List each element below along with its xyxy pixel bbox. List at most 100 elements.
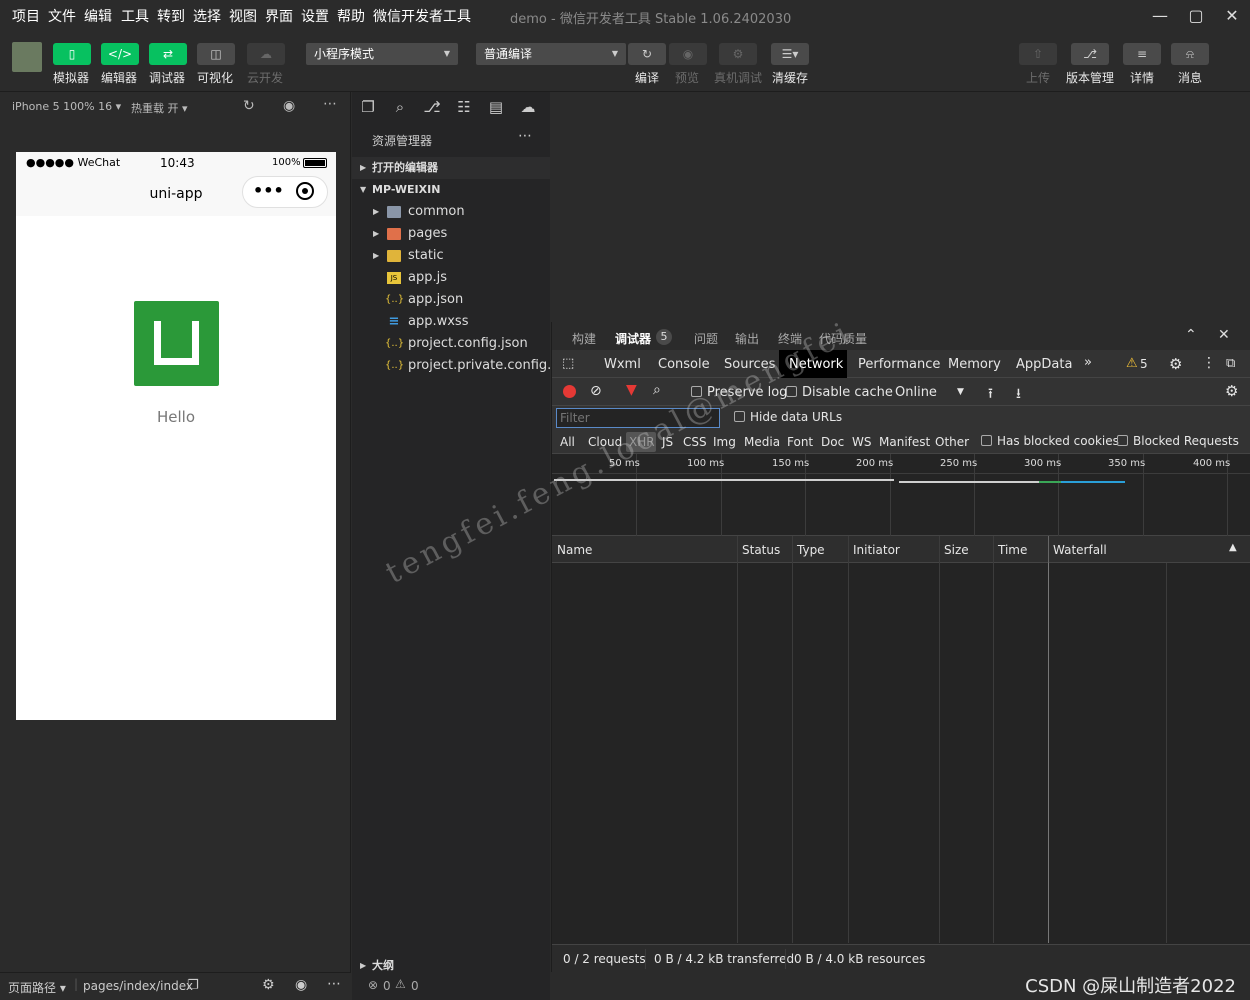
tab-code-quality[interactable]: 代码质量 bbox=[819, 330, 867, 347]
disable-cache-checkbox[interactable]: Disable cache bbox=[786, 385, 893, 400]
files-icon[interactable]: ❐ bbox=[358, 98, 378, 118]
remote-debug-button[interactable]: ⚙ bbox=[719, 43, 757, 65]
warning-icon[interactable]: ⚠ bbox=[1126, 356, 1138, 371]
details-button[interactable]: ≡ bbox=[1123, 43, 1161, 65]
type-ws[interactable]: WS bbox=[852, 435, 871, 449]
visual-toggle-button[interactable]: ◫ bbox=[197, 43, 235, 65]
tab-memory[interactable]: Memory bbox=[948, 357, 1001, 372]
network-settings-icon[interactable]: ⚙ bbox=[1225, 382, 1238, 400]
menu-tools[interactable]: 工具 bbox=[121, 6, 149, 26]
tab-terminal[interactable]: 终端 bbox=[778, 330, 802, 347]
collapse-icon[interactable]: ⌃ bbox=[1185, 327, 1197, 343]
import-har-icon[interactable]: ⭱ bbox=[988, 383, 993, 407]
col-type[interactable]: Type bbox=[797, 543, 825, 557]
eye-icon[interactable]: ◉ bbox=[295, 977, 307, 993]
type-media[interactable]: Media bbox=[744, 435, 780, 449]
editor-toggle-button[interactable]: </> bbox=[101, 43, 139, 65]
col-name[interactable]: Name bbox=[557, 543, 592, 557]
storage-icon[interactable]: ▤ bbox=[486, 98, 506, 118]
menu-devtools[interactable]: 微信开发者工具 bbox=[373, 6, 471, 26]
menu-file[interactable]: 文件 bbox=[48, 6, 76, 26]
menu-help[interactable]: 帮助 bbox=[337, 6, 365, 26]
cloud-dev-button[interactable]: ☁ bbox=[247, 43, 285, 65]
error-icon[interactable]: ⊗ bbox=[368, 978, 378, 992]
menu-select[interactable]: 选择 bbox=[193, 6, 221, 26]
upload-button[interactable]: ⇧ bbox=[1019, 43, 1057, 65]
copy-icon[interactable]: ❐ bbox=[187, 978, 199, 993]
capsule-menu[interactable]: ••• bbox=[242, 176, 328, 208]
hide-data-urls-checkbox[interactable]: Hide data URLs bbox=[734, 410, 842, 424]
device-select[interactable]: iPhone 5 100% 16 ▾ bbox=[12, 100, 121, 113]
tab-console[interactable]: Console bbox=[658, 357, 710, 372]
tab-output[interactable]: 输出 bbox=[735, 330, 759, 347]
preview-button[interactable]: ◉ bbox=[669, 43, 707, 65]
type-manifest[interactable]: Manifest bbox=[879, 435, 930, 449]
kebab-menu-icon[interactable]: ⋮ bbox=[1202, 355, 1216, 371]
mode-select[interactable]: 小程序模式 ▼ bbox=[306, 43, 458, 65]
more-icon[interactable]: ⋯ bbox=[327, 976, 341, 992]
preserve-log-checkbox[interactable]: Preserve log bbox=[691, 385, 787, 400]
capsule-close-icon[interactable] bbox=[296, 182, 314, 200]
type-all[interactable]: All bbox=[560, 435, 575, 449]
messages-button[interactable]: ⍾ bbox=[1171, 43, 1209, 65]
type-js[interactable]: JS bbox=[662, 435, 673, 449]
col-waterfall[interactable]: Waterfall bbox=[1053, 543, 1107, 557]
settings-gear-icon[interactable]: ⚙ bbox=[1169, 355, 1182, 373]
menu-goto[interactable]: 转到 bbox=[157, 6, 185, 26]
tree-file-project-private-config[interactable]: {..} project.private.config.js... bbox=[352, 355, 574, 377]
record-stop-icon[interactable] bbox=[563, 385, 576, 398]
tree-file-project-config[interactable]: {..} project.config.json bbox=[352, 333, 550, 355]
type-cloud[interactable]: Cloud bbox=[588, 435, 622, 449]
explorer-more-icon[interactable]: ⋯ bbox=[518, 128, 532, 144]
avatar[interactable] bbox=[12, 42, 42, 72]
col-status[interactable]: Status bbox=[742, 543, 780, 557]
menu-edit[interactable]: 编辑 bbox=[84, 6, 112, 26]
tree-folder-common[interactable]: ▶ common bbox=[352, 201, 550, 223]
more-tabs-icon[interactable]: » bbox=[1084, 355, 1092, 370]
throttle-select[interactable]: Online ▼ bbox=[895, 385, 964, 400]
capsule-more-icon[interactable]: ••• bbox=[253, 181, 284, 200]
simulator-toggle-button[interactable]: ▯ bbox=[53, 43, 91, 65]
undock-icon[interactable]: ⧉ bbox=[1226, 356, 1235, 371]
more-icon[interactable]: ⋯ bbox=[323, 96, 337, 112]
type-css[interactable]: CSS bbox=[683, 435, 707, 449]
record-icon[interactable]: ◉ bbox=[283, 98, 295, 114]
maximize-icon[interactable]: ▢ bbox=[1182, 4, 1210, 28]
version-button[interactable]: ⎇ bbox=[1071, 43, 1109, 65]
tree-folder-pages[interactable]: ▶ pages bbox=[352, 223, 550, 245]
type-xhr[interactable]: XHR bbox=[629, 435, 655, 449]
tree-file-app-wxss[interactable]: ≡ app.wxss bbox=[352, 311, 550, 333]
tab-appdata[interactable]: AppData bbox=[1016, 357, 1072, 372]
menu-project[interactable]: 项目 bbox=[12, 6, 40, 26]
bug-icon[interactable]: ⚙ bbox=[262, 977, 275, 993]
col-time[interactable]: Time bbox=[998, 543, 1027, 557]
hot-reload-select[interactable]: 热重载 开 ▾ bbox=[131, 100, 188, 116]
menu-settings[interactable]: 设置 bbox=[301, 6, 329, 26]
col-initiator[interactable]: Initiator bbox=[853, 543, 900, 557]
tab-build[interactable]: 构建 bbox=[572, 330, 596, 347]
source-control-icon[interactable]: ⎇ bbox=[422, 98, 442, 118]
inspect-icon[interactable]: ⬚ bbox=[562, 356, 574, 371]
menu-interface[interactable]: 界面 bbox=[265, 6, 293, 26]
debugger-toggle-button[interactable]: ⇄ bbox=[149, 43, 187, 65]
clear-cache-button[interactable]: ☰▾ bbox=[771, 43, 809, 65]
col-size[interactable]: Size bbox=[944, 543, 969, 557]
extensions-icon[interactable]: ☷ bbox=[454, 98, 474, 118]
tab-wxml[interactable]: Wxml bbox=[604, 357, 641, 372]
warning-icon[interactable]: ⚠ bbox=[395, 977, 406, 991]
sort-up-icon[interactable]: ▲ bbox=[1229, 542, 1237, 553]
clear-icon[interactable]: ⊘ bbox=[590, 383, 602, 399]
type-img[interactable]: Img bbox=[713, 435, 736, 449]
close-panel-icon[interactable]: ✕ bbox=[1218, 327, 1230, 343]
search-icon[interactable]: ⌕ bbox=[390, 98, 410, 118]
blocked-requests-checkbox[interactable]: Blocked Requests bbox=[1117, 434, 1239, 448]
tree-file-app-js[interactable]: JS app.js bbox=[352, 267, 550, 289]
tree-file-app-json[interactable]: {..} app.json bbox=[352, 289, 550, 311]
rotate-icon[interactable]: ↻ bbox=[243, 98, 255, 114]
tab-sources[interactable]: Sources bbox=[724, 357, 775, 372]
tab-network[interactable]: Network bbox=[789, 357, 843, 372]
compile-button[interactable]: ↻ bbox=[628, 43, 666, 65]
export-har-icon[interactable]: ⭳ bbox=[1016, 383, 1021, 407]
debug-run-icon[interactable]: ☁ bbox=[518, 98, 538, 118]
tree-folder-static[interactable]: ▶ static bbox=[352, 245, 550, 267]
